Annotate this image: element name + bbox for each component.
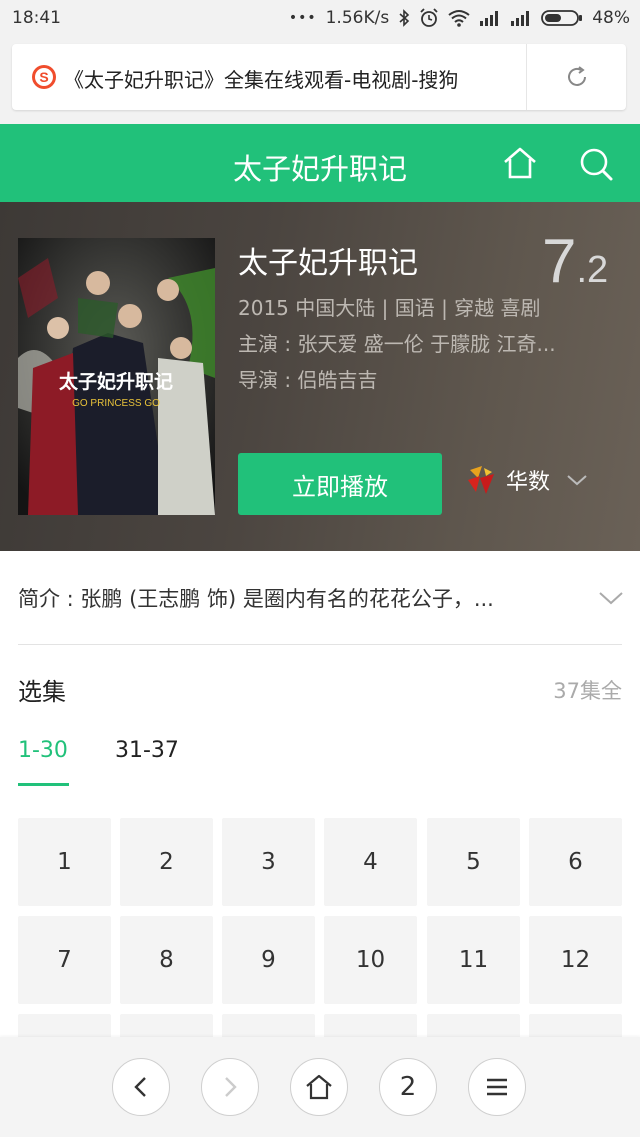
forward-button[interactable] <box>201 1058 259 1116</box>
episode-button[interactable]: 4 <box>324 818 417 906</box>
episode-button[interactable]: 12 <box>529 916 622 1004</box>
show-director: 导演 : 侣皓吉吉 <box>238 368 378 392</box>
search-icon[interactable] <box>578 146 614 186</box>
header-title: 太子妃升职记 <box>232 152 407 186</box>
tabs-button[interactable]: 2 <box>379 1058 437 1116</box>
forward-icon <box>225 1077 237 1097</box>
source-label: 华数 <box>506 470 551 495</box>
episode-button[interactable]: 10 <box>324 916 417 1004</box>
tabs-count: 2 <box>399 1072 417 1102</box>
signal-icon <box>510 10 532 26</box>
episode-button[interactable]: 6 <box>529 818 622 906</box>
episode-button[interactable]: 3 <box>222 818 315 906</box>
status-icons: ••• 1.56K/s 48% <box>289 8 630 28</box>
battery-icon <box>541 9 583 27</box>
active-tab-indicator <box>18 783 69 786</box>
tab-episodes-31-37[interactable]: 31-37 <box>115 738 179 763</box>
url-bar[interactable]: S 《太子妃升职记》全集在线观看-电视剧-搜狗 <box>12 44 626 110</box>
menu-button[interactable] <box>468 1058 526 1116</box>
chevron-down-icon[interactable] <box>598 590 624 610</box>
play-now-button[interactable]: 立即播放 <box>238 453 442 515</box>
source-selector[interactable]: 华数 <box>466 464 588 496</box>
episode-button[interactable]: 7 <box>18 916 111 1004</box>
divider <box>18 644 622 645</box>
intro-text[interactable]: 简介 : 张鹏 (王志鹏 饰) 是圈内有名的花花公子，... <box>18 583 578 613</box>
rating: 7.2 <box>542 226 608 297</box>
url-divider <box>526 44 527 110</box>
huashu-logo-icon <box>466 464 496 496</box>
episode-button[interactable]: 8 <box>120 916 213 1004</box>
sogou-logo-icon: S <box>32 65 56 89</box>
episode-button[interactable]: 9 <box>222 916 315 1004</box>
episode-button[interactable]: 1 <box>18 818 111 906</box>
home-icon <box>306 1074 332 1100</box>
rating-integer: 7 <box>542 227 577 296</box>
show-title: 太子妃升职记 <box>238 246 418 281</box>
battery-percent: 48% <box>592 8 630 28</box>
page-title-url[interactable]: 《太子妃升职记》全集在线观看-电视剧-搜狗 <box>64 64 516 93</box>
chevron-down-icon <box>566 474 588 486</box>
tab-episodes-1-30[interactable]: 1-30 <box>18 738 68 763</box>
rating-decimal: .2 <box>576 249 609 291</box>
signal-icon <box>479 10 501 26</box>
show-cast: 主演 : 张天爱 盛一伦 于朦胧 江奇... <box>238 332 556 356</box>
show-poster[interactable]: 太子妃升职记 GO PRINCESS GO <box>18 238 215 515</box>
wifi-icon <box>448 9 470 27</box>
browser-bottom-nav: 2 <box>0 1037 640 1137</box>
bluetooth-icon <box>398 9 410 27</box>
home-icon[interactable] <box>502 146 538 184</box>
reload-icon[interactable] <box>564 64 590 94</box>
menu-icon <box>487 1078 507 1096</box>
site-header: 太子妃升职记 <box>0 124 640 202</box>
episode-button[interactable]: 11 <box>427 916 520 1004</box>
more-dots: ••• <box>288 10 317 26</box>
poster-title: 太子妃升职记 <box>59 370 173 393</box>
status-bar: 18:41 ••• 1.56K/s 48% <box>0 0 640 38</box>
poster-subtitle: GO PRINCESS GO <box>72 398 160 409</box>
episode-button[interactable]: 5 <box>427 818 520 906</box>
episodes-total: 37集全 <box>553 679 622 703</box>
show-meta: 2015 中国大陆 | 国语 | 穿越 喜剧 <box>238 296 541 320</box>
svg-text:S: S <box>39 69 48 85</box>
alarm-icon <box>419 8 439 28</box>
episode-button[interactable]: 2 <box>120 818 213 906</box>
episodes-title: 选集 <box>18 678 66 706</box>
back-icon <box>134 1077 146 1097</box>
clock: 18:41 <box>12 8 61 28</box>
back-button[interactable] <box>112 1058 170 1116</box>
home-button[interactable] <box>290 1058 348 1116</box>
network-speed: 1.56K/s <box>325 8 390 28</box>
